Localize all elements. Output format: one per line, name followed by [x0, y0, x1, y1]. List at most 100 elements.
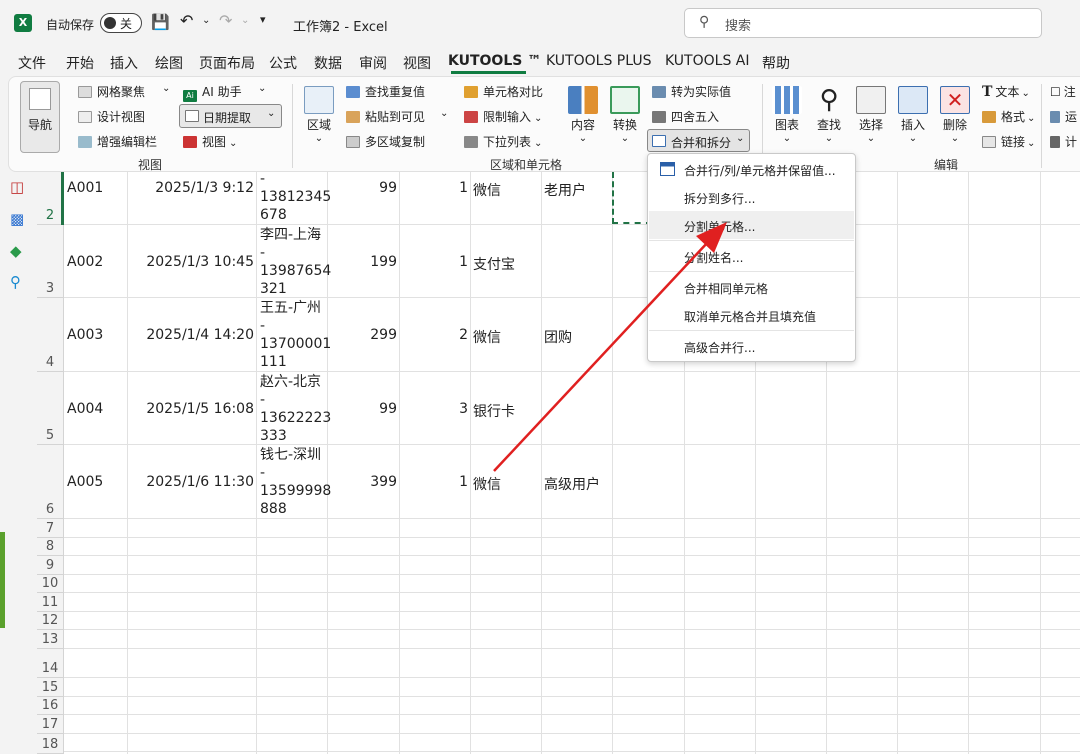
row-header[interactable]: 15 — [37, 678, 64, 697]
tab-help[interactable]: 帮助 — [762, 53, 790, 73]
cell-customer-info[interactable]: 李四-上海 - 13987654 321 — [260, 226, 331, 298]
menu-item-merge-same[interactable]: 合并相同单元格 — [684, 280, 768, 297]
row-header[interactable]: 17 — [37, 715, 64, 734]
cell-datetime[interactable]: 2025/1/4 14:20 — [130, 327, 254, 343]
cell-order-id[interactable]: A005 — [67, 474, 103, 490]
enhanced-edit-bar-button[interactable]: 增强编辑栏 — [78, 133, 157, 150]
find-duplicates-button[interactable]: 查找重复值 — [346, 83, 425, 100]
tab-kutools-plus[interactable]: KUTOOLS PLUS — [546, 53, 651, 69]
cell-amount[interactable]: 299 — [330, 327, 397, 343]
grid-focus-dropdown-icon[interactable]: ⌄ — [162, 83, 170, 94]
link-button[interactable]: 链接 ⌄ — [982, 133, 1035, 150]
cell-order-id[interactable]: A002 — [67, 254, 103, 270]
multi-range-copy-button[interactable]: 多区域复制 — [346, 133, 425, 150]
cell-compare-button[interactable]: 单元格对比 — [464, 83, 543, 100]
cell-datetime[interactable]: 2025/1/5 16:08 — [130, 401, 254, 417]
ai-assistant-button[interactable]: Ai AI 助手 — [183, 83, 242, 102]
calc-button[interactable]: 计 — [1050, 133, 1077, 150]
tab-view[interactable]: 视图 — [403, 53, 431, 73]
chart-button[interactable]: 图表 ⌄ — [770, 86, 804, 144]
tab-data[interactable]: 数据 — [314, 53, 342, 73]
row-header[interactable]: 11 — [37, 593, 64, 612]
row-header[interactable]: 12 — [37, 612, 64, 630]
design-view-button[interactable]: 设计视图 — [78, 108, 145, 125]
row-header[interactable]: 8 — [37, 538, 64, 556]
autosave-toggle[interactable]: 关 — [100, 13, 142, 33]
row-header[interactable]: 2 — [37, 172, 64, 225]
cell-datetime[interactable]: 2025/1/6 11:30 — [130, 474, 254, 490]
tab-page-layout[interactable]: 页面布局 — [199, 53, 255, 73]
cell-payment[interactable]: 支付宝 — [473, 254, 515, 274]
cell-amount[interactable]: 399 — [330, 474, 397, 490]
insert-button[interactable]: 插入 ⌄ — [896, 86, 930, 144]
text-button[interactable]: T 文本 ⌄ — [982, 83, 1030, 100]
tag-icon[interactable]: ◆ — [10, 242, 22, 260]
bar-chart-icon[interactable]: ▩ — [10, 210, 24, 228]
date-extract-button[interactable]: 日期提取 ⌄ — [179, 104, 282, 128]
redo-dropdown-icon[interactable]: ⌄ — [241, 15, 249, 26]
menu-item-advanced-combine[interactable]: 高级合并行... — [684, 339, 755, 356]
select-button[interactable]: 选择 ⌄ — [854, 86, 888, 144]
cell-quantity[interactable]: 1 — [402, 254, 468, 270]
paste-visible-button[interactable]: 粘贴到可见 — [346, 108, 425, 125]
menu-item-merge-keep-values[interactable]: 合并行/列/单元格并保留值... — [684, 162, 836, 179]
row-header[interactable]: 5 — [37, 372, 64, 445]
cell-quantity[interactable]: 1 — [402, 180, 468, 196]
row-header[interactable]: 7 — [37, 519, 64, 538]
cell-payment[interactable]: 微信 — [473, 180, 501, 200]
row-header[interactable]: 16 — [37, 697, 64, 715]
undo-icon[interactable]: ↶ — [180, 11, 193, 30]
menu-item-split-to-rows[interactable]: 拆分到多行... — [684, 190, 755, 207]
book-icon[interactable]: ◫ — [10, 178, 24, 196]
row-header[interactable]: 3 — [37, 225, 64, 298]
cell-order-id[interactable]: A004 — [67, 401, 103, 417]
grid-focus-button[interactable]: 网格聚焦 — [78, 83, 145, 100]
undo-dropdown-icon[interactable]: ⌄ — [202, 15, 210, 26]
row-header[interactable]: 10 — [37, 575, 64, 593]
content-button[interactable]: 内容 ⌄ — [566, 86, 600, 144]
cell-quantity[interactable]: 2 — [402, 327, 468, 343]
menu-item-split-cells[interactable]: 分割单元格... — [684, 218, 755, 235]
tab-file[interactable]: 文件 — [18, 53, 46, 73]
cell-amount[interactable]: 99 — [330, 180, 397, 196]
dropdown-list-button[interactable]: 下拉列表 ⌄ — [464, 133, 542, 150]
cell-datetime[interactable]: 2025/1/3 9:12 — [130, 180, 254, 196]
menu-item-split-names[interactable]: 分割姓名... — [684, 249, 743, 266]
cell-amount[interactable]: 199 — [330, 254, 397, 270]
row-header[interactable]: 4 — [37, 298, 64, 372]
side-collapse-handle[interactable] — [0, 532, 5, 628]
cell-order-id[interactable]: A001 — [67, 180, 103, 196]
run-button[interactable]: 运 — [1050, 108, 1077, 125]
limit-input-button[interactable]: 限制输入 ⌄ — [464, 108, 542, 125]
cell-quantity[interactable]: 3 — [402, 401, 468, 417]
convert-button[interactable]: 转换 ⌄ — [608, 86, 642, 144]
to-actual-value-button[interactable]: 转为实际值 — [652, 83, 731, 100]
cell-payment[interactable]: 微信 — [473, 474, 501, 494]
paste-visible-dropdown-icon[interactable]: ⌄ — [440, 108, 448, 119]
cell-quantity[interactable]: 1 — [402, 474, 468, 490]
delete-button[interactable]: ✕ 删除 ⌄ — [938, 86, 972, 144]
cell-customer-info[interactable]: 王五-广州 - 13700001 111 — [260, 299, 331, 371]
menu-item-unmerge-fill[interactable]: 取消单元格合并且填充值 — [684, 308, 816, 325]
cell-note[interactable]: 团购 — [544, 327, 572, 347]
tab-kutools-ai[interactable]: KUTOOLS AI — [665, 53, 750, 69]
row-header[interactable]: 9 — [37, 556, 64, 575]
nav-button[interactable]: 导航 — [20, 81, 60, 153]
find-button[interactable]: ⚲ 查找 ⌄ — [812, 86, 846, 144]
tab-insert[interactable]: 插入 — [110, 53, 138, 73]
tab-review[interactable]: 审阅 — [359, 53, 387, 73]
view-button[interactable]: 视图 ⌄ — [183, 133, 237, 150]
cell-datetime[interactable]: 2025/1/3 10:45 — [130, 254, 254, 270]
cell-payment[interactable]: 银行卡 — [473, 401, 515, 421]
comment-button[interactable]: ☐ 注 — [1050, 83, 1076, 100]
cell-customer-info[interactable]: - 13812345 678 — [260, 170, 331, 224]
tab-formulas[interactable]: 公式 — [269, 53, 297, 73]
cell-note[interactable]: 老用户 — [544, 180, 586, 200]
row-header[interactable]: 6 — [37, 445, 64, 519]
tab-kutools[interactable]: KUTOOLS ™ — [448, 53, 541, 69]
cell-amount[interactable]: 99 — [330, 401, 397, 417]
cell-order-id[interactable]: A003 — [67, 327, 103, 343]
round-button[interactable]: 四舍五入 — [652, 108, 719, 125]
row-header[interactable]: 13 — [37, 630, 64, 649]
row-header[interactable]: 18 — [37, 734, 64, 754]
